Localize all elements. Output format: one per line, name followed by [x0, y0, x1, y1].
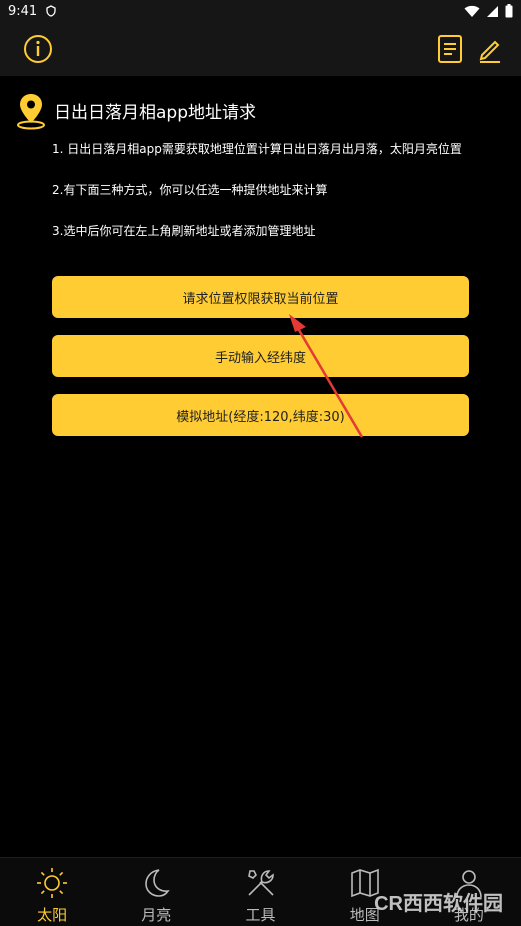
request-location-permission-button[interactable]: 请求位置权限获取当前位置	[52, 276, 469, 318]
tools-icon	[247, 870, 274, 896]
nav-item-tools[interactable]: 工具	[208, 858, 312, 926]
nav-item-sun[interactable]: 太阳	[0, 858, 104, 926]
app-screen: 9:41 日出日落月相app地址请求 1. 日出日落月相app需要获取地理位置计…	[0, 0, 521, 926]
shield-icon	[46, 5, 56, 17]
nav-label-moon: 月亮	[141, 906, 172, 924]
notes-icon[interactable]	[434, 33, 466, 65]
battery-icon	[505, 4, 513, 18]
manual-coordinates-button[interactable]: 手动输入经纬度	[52, 335, 469, 377]
signal-icon	[487, 5, 498, 17]
annotation-arrow-icon	[289, 314, 364, 438]
description-line-3: 3.选中后你可在左上角刷新地址或者添加管理地址	[52, 224, 316, 238]
edit-icon[interactable]	[474, 33, 506, 65]
wifi-icon	[464, 5, 480, 17]
page-title: 日出日落月相app地址请求	[54, 103, 256, 123]
description-line-2: 2.有下面三种方式，你可以任选一种提供地址来计算	[52, 183, 328, 197]
nav-label-tools: 工具	[245, 906, 276, 924]
nav-item-moon[interactable]: 月亮	[104, 858, 208, 926]
simulated-address-button[interactable]: 模拟地址(经度:120,纬度:30)	[52, 394, 469, 436]
moon-icon	[145, 869, 170, 897]
watermark-logo: CR西西软件园	[374, 893, 503, 915]
description-line-1: 1. 日出日落月相app需要获取地理位置计算日出日落月出月落，太阳月亮位置	[52, 142, 462, 156]
status-time: 9:41	[8, 3, 38, 19]
status-icons	[464, 4, 513, 18]
sun-icon	[37, 868, 68, 898]
location-pin-icon	[17, 94, 45, 130]
nav-label-sun: 太阳	[37, 906, 68, 924]
app-toolbar	[0, 22, 521, 76]
info-icon[interactable]	[22, 33, 54, 65]
status-bar: 9:41	[0, 0, 521, 22]
